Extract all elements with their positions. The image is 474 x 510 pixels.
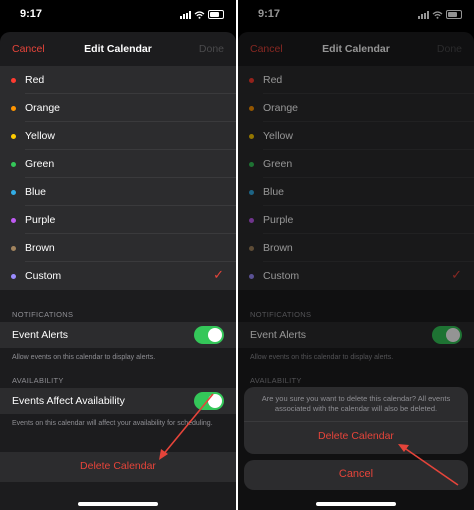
color-row-green[interactable]: Green <box>0 150 236 178</box>
right-screenshot: 9:17 Cancel Edit Calendar Done Red Orang… <box>238 0 474 510</box>
blue-dot-icon <box>11 190 16 195</box>
color-label: Brown <box>25 242 55 254</box>
availability-header: AVAILABILITY <box>12 376 64 385</box>
delete-calendar-button[interactable]: Delete Calendar <box>0 460 236 472</box>
cellular-signal-icon <box>180 10 191 19</box>
event-alerts-toggle[interactable] <box>194 326 224 344</box>
event-alerts-row: Event Alerts <box>0 322 236 348</box>
event-alerts-label: Event Alerts <box>12 329 69 341</box>
color-row-red[interactable]: Red <box>0 66 236 94</box>
status-time: 9:17 <box>20 8 43 20</box>
color-label: Purple <box>25 214 56 226</box>
color-row-blue[interactable]: Blue <box>0 178 236 206</box>
green-dot-icon <box>11 162 16 167</box>
wifi-icon <box>194 10 205 19</box>
status-icons <box>180 10 224 19</box>
action-sheet-cancel-button[interactable]: Cancel <box>244 460 468 490</box>
color-label: Red <box>25 74 45 86</box>
event-alerts-note: Allow events on this calendar to display… <box>12 354 156 361</box>
left-screenshot: 9:17 Cancel Edit Calendar Done Red Orang… <box>0 0 236 510</box>
color-label: Custom <box>25 270 62 282</box>
action-sheet-cancel-label: Cancel <box>338 468 374 480</box>
events-affect-availability-label: Events Affect Availability <box>12 395 125 407</box>
events-affect-availability-row: Events Affect Availability <box>0 388 236 414</box>
color-label: Orange <box>25 102 61 114</box>
battery-icon <box>208 10 224 19</box>
color-label: Green <box>25 158 55 170</box>
color-label: Blue <box>25 186 47 198</box>
color-row-brown[interactable]: Brown <box>0 234 236 262</box>
yellow-dot-icon <box>11 134 16 139</box>
red-dot-icon <box>11 78 16 83</box>
delete-calendar-row: Delete Calendar <box>0 452 236 482</box>
events-affect-availability-toggle[interactable] <box>194 392 224 410</box>
action-sheet-message: Are you sure you want to delete this cal… <box>261 394 451 413</box>
color-list: Red Orange Yellow Green Blue Purple Brow… <box>0 66 236 290</box>
orange-dot-icon <box>11 106 16 111</box>
confirm-delete-calendar-button[interactable]: Delete Calendar <box>244 430 468 442</box>
home-indicator <box>78 502 158 506</box>
color-label: Yellow <box>25 130 55 142</box>
availability-note: Events on this calendar will affect your… <box>12 420 213 427</box>
brown-dot-icon <box>11 246 16 251</box>
custom-dot-icon <box>11 274 16 279</box>
checkmark-icon: ✓ <box>213 267 224 282</box>
action-sheet: Are you sure you want to delete this cal… <box>244 387 468 454</box>
home-indicator <box>316 502 396 506</box>
notifications-header: NOTIFICATIONS <box>12 310 74 319</box>
done-button[interactable]: Done <box>199 43 224 55</box>
color-row-orange[interactable]: Orange <box>0 94 236 122</box>
color-row-purple[interactable]: Purple <box>0 206 236 234</box>
color-row-custom[interactable]: Custom ✓ <box>0 262 236 290</box>
color-row-yellow[interactable]: Yellow <box>0 122 236 150</box>
purple-dot-icon <box>11 218 16 223</box>
